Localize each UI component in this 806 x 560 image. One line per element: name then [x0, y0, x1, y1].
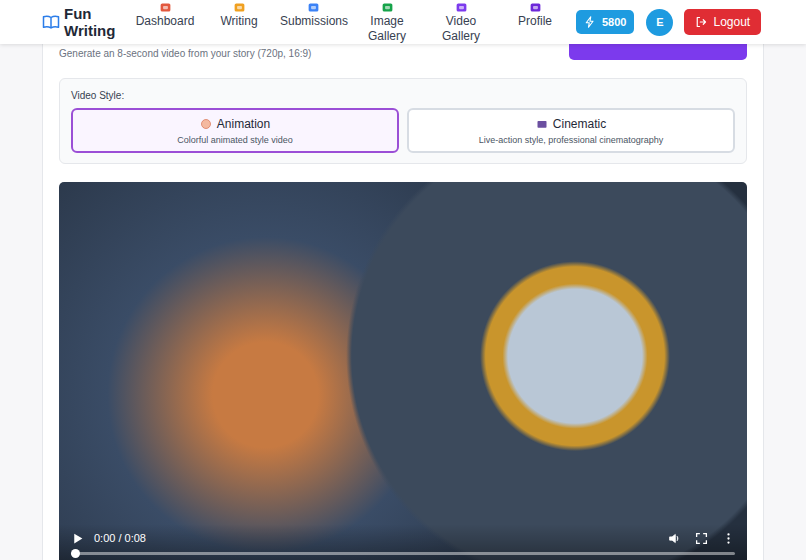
nav-emoji-icon [307, 1, 320, 14]
time-display: 0:00 / 0:08 [94, 532, 146, 544]
page: Fun Writing Dashboard Writing Submissions Im… [0, 0, 806, 560]
nav-emoji-icon [233, 1, 246, 14]
video-style-box: Video Style: Animation Colorful animated s… [59, 78, 747, 164]
book-icon [42, 13, 60, 31]
avatar[interactable]: E [646, 9, 673, 36]
logout-button[interactable]: Logout [684, 9, 761, 35]
style-option[interactable]: Cinematic Live-action style, professional… [407, 108, 735, 153]
nav-item[interactable]: Video Gallery [424, 1, 498, 44]
nav-item[interactable]: Image Gallery [350, 1, 424, 44]
nav-emoji-icon [381, 1, 394, 14]
logout-icon [695, 16, 707, 28]
style-options: Animation Colorful animated style video Ci… [71, 108, 735, 153]
nav-emoji-icon [159, 1, 172, 14]
option-icon [200, 118, 212, 130]
logout-label: Logout [713, 15, 750, 29]
option-title: Animation [200, 117, 270, 131]
video-controls: 0:00 / 0:08 [59, 524, 747, 560]
nav-label: Image Gallery [354, 14, 420, 44]
nav-label: Dashboard [136, 14, 195, 29]
credits-count: 5800 [602, 16, 626, 28]
video-card: Generate an 8-second video from your sto… [42, 24, 764, 560]
subtitle: Generate an 8-second video from your sto… [59, 48, 311, 60]
fullscreen-icon[interactable] [695, 532, 708, 545]
nav-label: Profile [518, 14, 552, 29]
style-option[interactable]: Animation Colorful animated style video [71, 108, 399, 153]
progress-track[interactable] [71, 552, 735, 555]
option-description: Live-action style, professional cinemato… [479, 135, 664, 145]
nav-emoji-icon [455, 1, 468, 14]
nav-label: Submissions [280, 14, 346, 29]
nav-item[interactable]: Profile [498, 1, 572, 29]
volume-icon[interactable] [668, 532, 681, 545]
credits-badge[interactable]: 5800 [576, 10, 634, 34]
option-description: Colorful animated style video [177, 135, 293, 145]
option-icon [536, 118, 548, 130]
nav: Dashboard Writing Submissions Image Gallery… [128, 1, 572, 44]
video-player[interactable]: 0:00 / 0:08 [59, 182, 747, 560]
nav-emoji-icon [529, 1, 542, 14]
nav-item[interactable]: Dashboard [128, 1, 202, 29]
video-style-label: Video Style: [71, 90, 735, 101]
play-icon[interactable] [71, 532, 84, 545]
top-nav: Fun Writing Dashboard Writing Submissions Im… [0, 0, 806, 44]
logo-text: Fun Writing [64, 5, 120, 39]
video-frame [59, 182, 747, 560]
lightning-icon [584, 16, 596, 28]
more-icon[interactable] [722, 532, 735, 545]
progress-thumb[interactable] [71, 549, 80, 558]
nav-item[interactable]: Writing [202, 1, 276, 29]
nav-item[interactable]: Submissions [276, 1, 350, 29]
logo[interactable]: Fun Writing [42, 5, 122, 39]
nav-label: Video Gallery [428, 14, 494, 44]
option-title: Cinematic [536, 117, 606, 131]
nav-label: Writing [220, 14, 257, 29]
